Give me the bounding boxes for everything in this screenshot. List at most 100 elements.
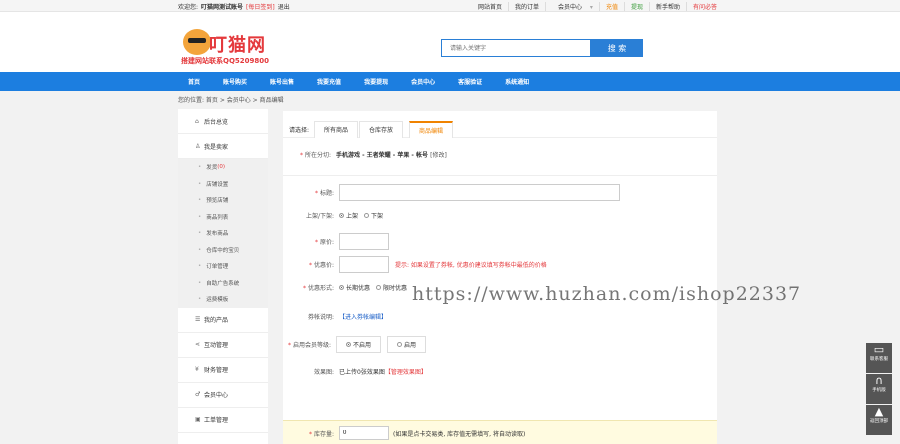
category-path-text: 手机游戏 - 王者荣耀 - 苹果 - 帐号 — [336, 152, 429, 159]
search-button[interactable]: 搜 索 — [591, 39, 643, 57]
bullet-icon: • — [198, 246, 202, 253]
logo-brand: 叮猫网 — [209, 35, 266, 56]
member-level-label: * 启用会员等级: — [283, 340, 331, 349]
effect-manage-link[interactable]: 【管理效果图】 — [385, 367, 427, 376]
promo-long-label: 长期优惠 — [346, 285, 371, 292]
username-link[interactable]: 叮猫网测试账号 — [201, 4, 243, 11]
member-on-radio: 启用 — [397, 340, 416, 349]
required-mark: * — [300, 152, 304, 159]
back-to-top-button[interactable]: ▲ 返回顶部 — [866, 405, 892, 435]
nav-buy-account[interactable]: 账号购买 — [223, 77, 247, 86]
sidebar-sub-ads[interactable]: • 自助广告系统 — [178, 274, 268, 291]
bullet-icon: • — [198, 180, 202, 187]
stock-label-text: 库存量: — [313, 430, 334, 438]
site-home-link[interactable]: 网站首页 — [472, 2, 508, 11]
required-mark: * — [309, 430, 313, 438]
radio-unchecked-icon — [364, 213, 370, 218]
search-input[interactable] — [441, 39, 591, 57]
sidebar-item-overview[interactable]: ⌂ 后台总览 — [178, 109, 268, 134]
sidebar-item-finance[interactable]: ¥ 财务管理 — [178, 358, 268, 383]
bullet-icon: • — [198, 230, 202, 237]
required-mark: * — [288, 342, 292, 349]
nav-withdraw[interactable]: 我要提现 — [364, 77, 388, 86]
promo-price-label-text: 优惠价: — [313, 262, 334, 269]
logout-link[interactable]: 退出 — [278, 4, 290, 11]
divider — [283, 175, 717, 176]
category-modify-link[interactable]: [修改] — [430, 152, 447, 159]
promo-price-row: * 优惠价: 提示: 如果设置了券帐, 优惠价建议填写券帐中最低的价格 — [283, 256, 547, 273]
sidebar-sub-label: 自助广告系统 — [206, 280, 240, 287]
promo-long-radio[interactable]: 长期优惠 — [339, 283, 370, 292]
sidebar-sub-label: 发货 — [206, 165, 218, 172]
radio-checked-icon — [339, 213, 344, 218]
sidebar-item-label: 我是卖家 — [204, 143, 229, 151]
sidebar-item-member-center[interactable]: ♂ 会员中心 — [178, 383, 268, 408]
watermark-text: https://www.huzhan.com/ishop22337 — [412, 283, 802, 305]
sidebar-item-label: 我的产品 — [204, 317, 229, 324]
onshelf-on-radio[interactable]: 上架 — [339, 211, 358, 220]
effect-row: 效果图: 已上传0张效果图 【管理效果图】 — [283, 367, 427, 376]
category-label-text: 所在分切: — [304, 152, 331, 159]
my-orders-link[interactable]: 我的订单 — [507, 1, 545, 11]
nav-home[interactable]: 首页 — [188, 77, 200, 86]
coupon-row: 券帐说明: 【进入券帐编辑】 — [283, 312, 387, 321]
sidebar-item-tickets[interactable]: ▣ 工单管理 — [178, 408, 268, 433]
welcome-text: 欢迎您: — [178, 3, 199, 11]
nav-member-center[interactable]: 会员中心 — [411, 77, 435, 86]
sidebar-item-label: 工单管理 — [204, 417, 229, 424]
recharge-link[interactable]: 充值 — [598, 1, 624, 11]
nav-service-verify[interactable]: 客服验证 — [458, 77, 482, 86]
nav-recharge[interactable]: 我要充值 — [317, 77, 341, 86]
sidebar-sub-product-list[interactable]: • 商品列表 — [178, 208, 268, 225]
signin-link[interactable]: [每日签到] — [246, 4, 275, 11]
sidebar-sub-shipping-template[interactable]: • 运费模板 — [178, 291, 268, 308]
sidebar-sub-warehouse[interactable]: • 仓库中的宝贝 — [178, 241, 268, 258]
site-logo[interactable]: 叮猫网 搭建网站联系QQ5209800 — [179, 25, 284, 73]
orig-price-input[interactable] — [339, 233, 389, 250]
top-bar: 欢迎您: 叮猫网测试账号 [每日签到] 退出 网站首页 我的订单 会员中心 ▾ 充值 … — [0, 0, 900, 12]
promo-price-input[interactable] — [339, 256, 389, 273]
withdraw-link[interactable]: 提现 — [623, 1, 649, 11]
title-label: * 标题: — [283, 188, 334, 197]
sidebar-sub-publish[interactable]: • 发布商品 — [178, 225, 268, 242]
onshelf-off-radio[interactable]: 下架 — [364, 211, 383, 220]
member-center-label: 会员中心 — [557, 3, 582, 11]
inventory-section: * 库存量: (如果是点卡交易类, 库存值无需填写, 将自动读取) — [283, 420, 717, 444]
ship-count-badge: (0) — [217, 164, 226, 171]
sidebar-sub-label: 运费模板 — [206, 297, 229, 304]
member-center-link[interactable]: 会员中心 ▾ — [544, 1, 599, 11]
sidebar-sub-shop-settings[interactable]: • 店铺设置 — [178, 175, 268, 192]
promo-time-radio[interactable]: 限时优惠 — [376, 283, 407, 292]
yen-icon: ¥ — [195, 366, 199, 373]
contact-service-button[interactable]: ▭ 联系客服 — [866, 343, 892, 373]
member-level-label-text: 启用会员等级: — [292, 342, 331, 349]
stock-input[interactable] — [339, 426, 389, 440]
mobile-version-button[interactable]: ∩ 手机版 — [866, 374, 892, 404]
sidebar-sub-preview-shop[interactable]: • 预览店铺 — [178, 192, 268, 209]
sidebar-item-interaction[interactable]: ⋖ 互动管理 — [178, 333, 268, 358]
tab-all-products[interactable]: 所有商品 — [314, 121, 359, 138]
bullet-icon: • — [198, 213, 202, 220]
home-icon: ⌂ — [195, 117, 199, 125]
qa-link[interactable]: 有问必答 — [685, 1, 723, 11]
tab-warehouse[interactable]: 仓库存放 — [359, 121, 404, 138]
sidebar-item-seller[interactable]: ♙ 我是卖家 — [178, 134, 268, 159]
category-path: 手机游戏 - 王者荣耀 - 苹果 - 帐号 [修改] — [336, 150, 447, 159]
sidebar: ⌂ 后台总览 ♙ 我是卖家 • 发货 (0) • 店铺设置 • 预览店铺 • 商品列表 • 发布… — [178, 109, 268, 444]
member-on-option[interactable]: 启用 — [387, 336, 427, 353]
tab-product-edit[interactable]: 商品编辑 — [409, 121, 454, 138]
sidebar-sub-orders[interactable]: • 订单管理 — [178, 258, 268, 275]
sidebar-sub-label: 商品列表 — [206, 214, 229, 221]
help-link[interactable]: 新手帮助 — [648, 1, 686, 11]
title-input[interactable] — [339, 184, 620, 201]
nav-sell-account[interactable]: 账号出售 — [270, 77, 294, 86]
sidebar-item-my-products[interactable]: ☰ 我的产品 — [178, 308, 268, 333]
sidebar-sub-ship[interactable]: • 发货 (0) — [178, 159, 268, 176]
share-icon: ⋖ — [195, 341, 201, 348]
nav-notice[interactable]: 系统通知 — [505, 77, 529, 86]
mobile-version-label: 手机版 — [872, 388, 886, 393]
list-icon: ☰ — [195, 316, 201, 323]
coupon-edit-link[interactable]: 【进入券帐编辑】 — [339, 312, 387, 321]
title-row: * 标题: — [283, 184, 620, 201]
member-off-option[interactable]: 不启用 — [336, 336, 382, 353]
